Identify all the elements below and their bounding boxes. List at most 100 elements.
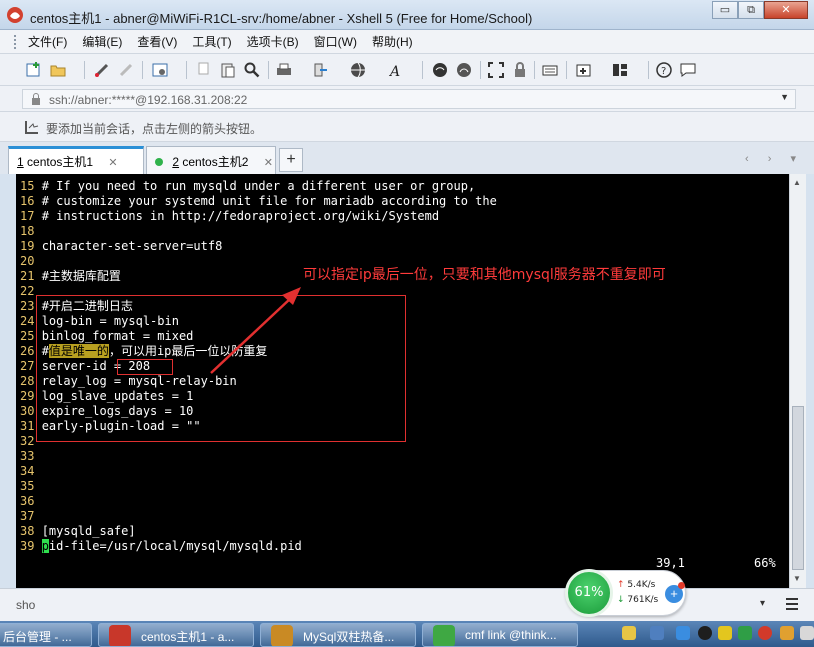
tab-centos-1[interactable]: 1 centos主机1 ✕ (8, 146, 144, 174)
download-speed: ↓ 761K/s (617, 595, 659, 605)
terminal-line: 20 (20, 254, 35, 268)
terminal-line: 35 (20, 479, 35, 493)
terminal-line: 36 (20, 494, 35, 508)
address-text: ssh://abner:*****@192.168.31.208:22 (49, 93, 248, 107)
fullscreen-icon[interactable] (488, 62, 504, 78)
toolbar-separator (534, 61, 535, 79)
tray-icon[interactable] (650, 626, 664, 640)
menu-window[interactable]: 窗口(W) (314, 33, 357, 50)
tray-icon[interactable] (718, 626, 732, 640)
menu-help[interactable]: 帮助(H) (372, 33, 413, 50)
print-icon[interactable] (276, 62, 292, 78)
svg-text:?: ? (661, 66, 666, 77)
close-icon[interactable]: ✕ (264, 157, 273, 169)
taskbar-item-browser[interactable]: cmf link @think... (422, 623, 578, 647)
font-icon[interactable]: A (388, 62, 404, 78)
scroll-thumb[interactable] (792, 406, 804, 570)
chat-icon[interactable] (680, 62, 696, 78)
lock-icon[interactable] (512, 62, 528, 78)
tab-bar: 1 centos主机1 ✕ 2 centos主机2 ✕ + ‹ › ▾ (0, 142, 814, 174)
terminal-line: 18 (20, 224, 35, 238)
keyboard-icon[interactable] (542, 62, 558, 78)
terminal-scrollbar[interactable]: ▲ ▼ (789, 174, 806, 588)
tray-icon[interactable] (738, 626, 752, 640)
maximize-button[interactable]: ⧉ (738, 1, 764, 19)
terminal-line: 34 (20, 464, 35, 478)
menu-tools[interactable]: 工具(T) (192, 33, 231, 50)
compose-bar: sho ▾ (0, 588, 814, 621)
help-icon[interactable]: ? (656, 62, 672, 78)
xftp-icon[interactable] (432, 62, 448, 78)
tray-icon[interactable] (758, 626, 772, 640)
terminal-line: 15 # If you need to run mysqld under a d… (20, 179, 476, 193)
tray-icon[interactable] (800, 626, 814, 640)
minimize-button[interactable]: ▭ (712, 1, 738, 19)
taskbar-item-sublime[interactable]: MySql双柱热备... (260, 623, 416, 647)
title-bar: centos主机1 - abner@MiWiFi-R1CL-srv:/home/… (0, 0, 814, 30)
hint-text: 要添加当前会话，点击左侧的箭头按钮。 (46, 122, 263, 136)
toolbar-separator (480, 61, 481, 79)
open-folder-icon[interactable] (50, 62, 66, 78)
terminal[interactable]: 15 # If you need to run mysqld under a d… (16, 174, 789, 588)
chevron-down-icon[interactable]: ▾ (760, 598, 765, 609)
terminal-line: 16 # customize your systemd unit file fo… (20, 194, 497, 208)
xmanager-icon[interactable] (456, 62, 472, 78)
paste-icon[interactable] (220, 62, 236, 78)
network-monitor-widget[interactable]: 61% ↑ 5.4K/s ↓ 761K/s + (565, 569, 686, 617)
tray-icon[interactable] (676, 626, 690, 640)
toolbar-separator (84, 61, 85, 79)
toolbar-separator (648, 61, 649, 79)
menu-file[interactable]: 文件(F) (28, 33, 67, 50)
cursor-position: 39,1 (656, 556, 685, 570)
tab-label: centos主机1 (27, 155, 94, 169)
menu-view[interactable]: 查看(V) (137, 33, 177, 50)
window-controls: ▭ ⧉ ✕ (712, 1, 808, 19)
toolbar: A ? (0, 54, 814, 86)
new-session-icon[interactable] (26, 62, 42, 78)
accelerate-button[interactable]: + (665, 582, 685, 603)
tab-label: centos主机2 (182, 155, 249, 169)
tab-number: 1 (17, 155, 24, 169)
address-field[interactable]: ssh://abner:*****@192.168.31.208:22 ▼ (22, 89, 796, 109)
tray-icon[interactable] (622, 626, 636, 640)
chevron-down-icon[interactable]: ▼ (780, 92, 789, 102)
taskbar-item-centos[interactable]: centos主机1 - a... (98, 623, 254, 647)
terminal-line: 37 (20, 509, 35, 523)
tray-icon[interactable] (780, 626, 794, 640)
add-tab-button[interactable]: + (279, 148, 303, 172)
transfer-icon[interactable] (312, 62, 328, 78)
layout-icon[interactable] (612, 62, 628, 78)
globe-icon[interactable] (350, 62, 366, 78)
copy-icon[interactable] (196, 62, 212, 78)
menu-edit[interactable]: 编辑(E) (82, 33, 122, 50)
close-icon[interactable]: ✕ (108, 157, 117, 169)
connected-status-icon (155, 158, 163, 166)
menu-tabs[interactable]: 选项卡(B) (247, 33, 299, 50)
xshell-app-icon (109, 625, 131, 646)
toolbar-separator (268, 61, 269, 79)
menu-icon[interactable] (786, 598, 798, 610)
tab-number: 2 (172, 155, 180, 169)
terminal-line: 21 #主数据库配置 (20, 269, 121, 283)
link-icon[interactable] (94, 62, 110, 78)
tab-navigation[interactable]: ‹ › ▾ (745, 152, 804, 165)
scroll-up-icon[interactable]: ▲ (793, 178, 801, 187)
tab-centos-2[interactable]: 2 centos主机2 ✕ (146, 146, 276, 174)
new-tab-icon[interactable] (576, 62, 592, 78)
address-bar: ssh://abner:*****@192.168.31.208:22 ▼ (0, 86, 814, 112)
network-usage-gauge: 61% (565, 569, 613, 617)
taskbar-item-admin[interactable]: 后台管理 - ... (0, 623, 92, 647)
properties-icon[interactable] (152, 62, 168, 78)
toolbar-separator (422, 61, 423, 79)
add-session-arrow-icon[interactable] (24, 119, 40, 135)
sublime-app-icon (271, 625, 293, 646)
toolbar-separator (142, 61, 143, 79)
qq-icon[interactable] (698, 626, 712, 640)
toolbar-separator (566, 61, 567, 79)
annotation-box-config (36, 295, 406, 442)
find-icon[interactable] (244, 62, 260, 78)
terminal-line: 17 # instructions in http://fedoraprojec… (20, 209, 440, 223)
scroll-down-icon[interactable]: ▼ (793, 574, 801, 583)
compose-input[interactable]: sho (16, 598, 35, 612)
close-button[interactable]: ✕ (764, 1, 808, 19)
